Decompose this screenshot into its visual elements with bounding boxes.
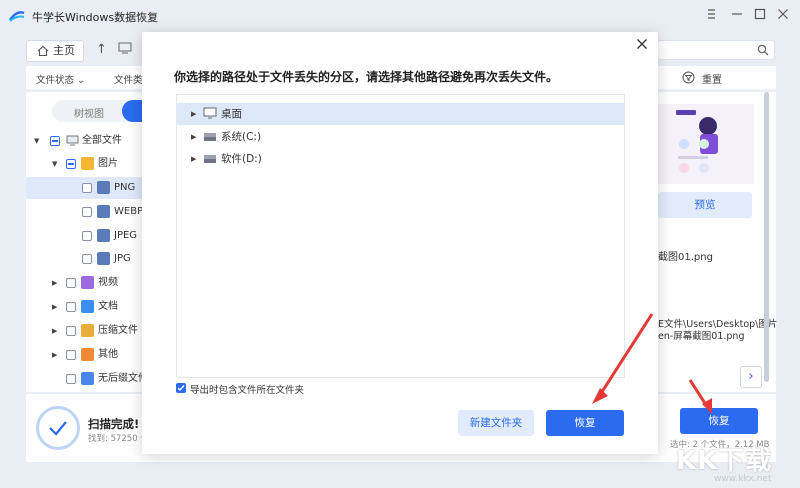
location-label: 系统(C:) xyxy=(221,131,262,143)
new-folder-button[interactable]: 新建文件夹 xyxy=(458,410,534,436)
dialog-message: 你选择的路径处于文件丢失的分区，请选择其他路径避免再次丢失文件。 xyxy=(174,70,559,84)
location-label: 软件(D:) xyxy=(221,153,262,165)
drive-icon xyxy=(204,133,216,141)
watermark-url: www.kkx.net xyxy=(714,474,772,484)
location-tree: ▶ 桌面 ▶ 系统(C:) ▶ 软件(D:) xyxy=(176,94,625,378)
expand-arrow-icon[interactable]: ▶ xyxy=(191,103,196,125)
drive-icon xyxy=(204,155,216,163)
expand-arrow-icon[interactable]: ▶ xyxy=(191,148,196,170)
expand-arrow-icon[interactable]: ▶ xyxy=(191,126,196,148)
close-icon[interactable] xyxy=(634,38,650,54)
include-folder-checkbox[interactable] xyxy=(176,383,186,393)
location-item-desktop[interactable]: ▶ 桌面 xyxy=(177,103,624,125)
desktop-icon xyxy=(203,107,217,119)
watermark-logo: KK下载 xyxy=(676,446,773,476)
location-item-drive-d[interactable]: ▶ 软件(D:) xyxy=(177,148,624,170)
save-location-dialog: 你选择的路径处于文件丢失的分区，请选择其他路径避免再次丢失文件。 ▶ 桌面 ▶ … xyxy=(142,32,658,454)
watermark: KK下载 www.kkx.net xyxy=(676,440,796,484)
location-label: 桌面 xyxy=(221,108,242,120)
include-folder-label: 导出时包含文件所在文件夹 xyxy=(190,385,305,396)
location-item-drive-c[interactable]: ▶ 系统(C:) xyxy=(177,126,624,148)
dialog-recover-button[interactable]: 恢复 xyxy=(546,410,624,436)
